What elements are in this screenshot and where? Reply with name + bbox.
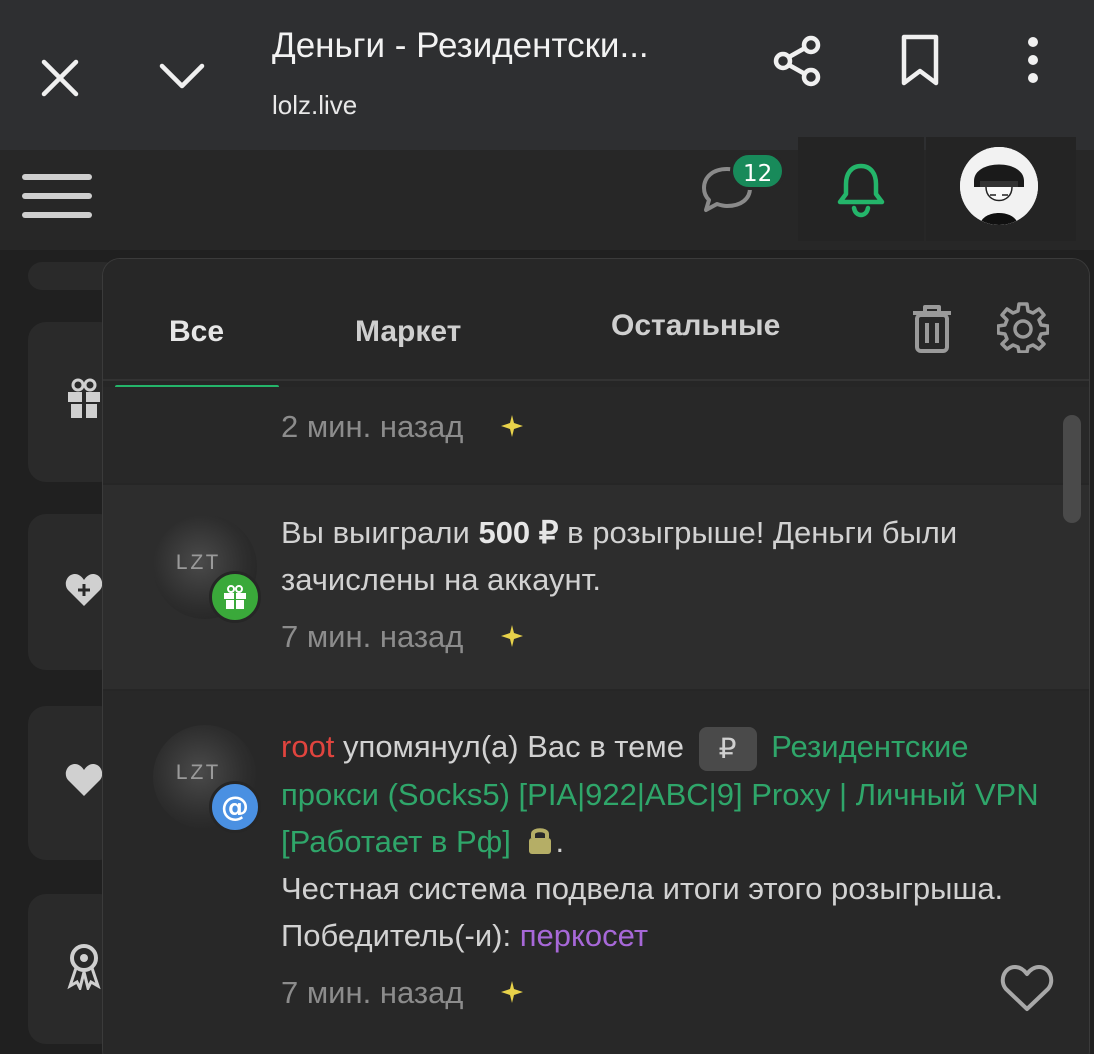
gear-icon[interactable] (996, 301, 1050, 355)
sparkle-icon (501, 981, 523, 1003)
notification-tabs: Все Маркет Остальные (103, 259, 1089, 381)
prize-amount: 500 ₽ (478, 515, 559, 550)
notification-time: 7 мин. назад (281, 975, 464, 1010)
notification-item[interactable]: LZT @ root упомянул(а) Вас в теме ₽ Рези… (103, 691, 1089, 1054)
gift-icon (62, 376, 106, 420)
close-icon[interactable] (30, 46, 90, 110)
scrollbar[interactable] (1063, 415, 1081, 523)
gift-badge-icon (209, 571, 261, 623)
notification-time: 7 мин. назад (281, 619, 464, 654)
tab-other[interactable]: Остальные (611, 309, 780, 343)
messages-count-badge: 12 (730, 152, 786, 190)
award-ribbon-icon (62, 944, 106, 990)
more-options-icon[interactable] (1008, 28, 1058, 92)
chevron-down-icon[interactable] (150, 46, 214, 106)
page-url[interactable]: lolz.live (272, 90, 357, 121)
mention-badge-icon: @ (209, 781, 261, 833)
notifications-button[interactable] (798, 137, 924, 241)
share-icon[interactable] (764, 28, 830, 94)
bookmark-icon[interactable] (888, 28, 952, 92)
tab-market[interactable]: Маркет (355, 315, 461, 349)
lock-icon (529, 828, 552, 854)
heart-icon (62, 758, 106, 802)
winner-link[interactable]: перкосет (520, 918, 648, 953)
ruble-prefix-chip: ₽ (698, 726, 757, 771)
notifications-popup: Все Маркет Остальные 2 мин. назад LZT Вы… (102, 258, 1090, 1054)
trash-icon[interactable] (907, 301, 957, 355)
browser-toolbar: Деньги - Резидентски... lolz.live (0, 0, 1094, 150)
bell-icon (837, 163, 885, 218)
like-heart-icon[interactable] (999, 963, 1055, 1015)
menu-icon[interactable] (22, 168, 98, 232)
notification-text: Вы выиграли 500 ₽ в розыгрыше! Деньги бы… (281, 515, 958, 597)
notification-time: 2 мин. назад (281, 409, 464, 444)
sparkle-icon (501, 625, 523, 647)
notification-item[interactable]: LZT Вы выиграли 500 ₽ в розыгрыше! Деньг… (103, 485, 1089, 689)
heart-plus-icon (62, 568, 106, 612)
page-title[interactable]: Деньги - Резидентски... (272, 26, 732, 66)
notification-text: root упомянул(а) Вас в теме ₽ Резидентск… (281, 723, 1071, 959)
avatar[interactable] (960, 147, 1038, 225)
notification-item[interactable]: 2 мин. назад (103, 387, 1089, 483)
sparkle-icon (501, 415, 523, 437)
tab-all[interactable]: Все (169, 315, 224, 349)
username-link[interactable]: root (281, 729, 334, 764)
